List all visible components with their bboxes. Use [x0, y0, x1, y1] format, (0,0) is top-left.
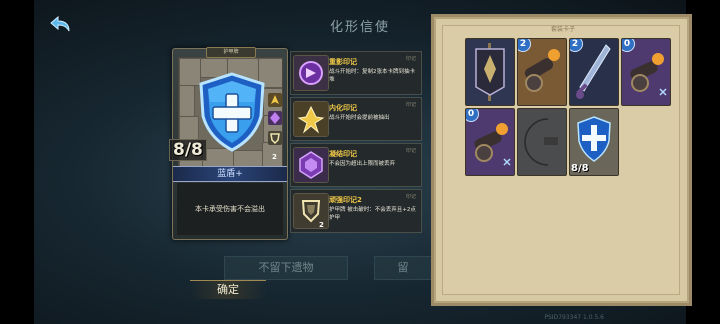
mark-name: 顽强印记2 [329, 196, 362, 204]
mark-level: 2 [319, 221, 324, 229]
cannon-card-3[interactable]: 0 [465, 108, 515, 176]
mark-tag: 印记 [405, 102, 416, 108]
card-collection-panel: 套装卡子 2 2 0 0 8/8 [431, 14, 692, 306]
mark-name: 内化印记 [329, 104, 357, 112]
mark-name: 重影印记 [329, 58, 357, 66]
resilience-badge: 2 [272, 153, 277, 161]
internalize-mark-icon [293, 101, 329, 137]
echo-mark-icon [293, 55, 329, 91]
mark-tag: 印记 [405, 56, 416, 62]
confirm-button[interactable]: 确定 [190, 280, 266, 299]
sword-card[interactable]: 2 [569, 38, 619, 106]
banner-card[interactable] [465, 38, 515, 106]
panel-header-fragment: 套装卡子 [551, 26, 576, 33]
card-detail: 护甲牌 8/8 2 蓝盾+ 本卡承受伤害不会溢出 [169, 47, 288, 240]
version-label: PSID793347 1.0.5.6 [544, 314, 604, 321]
crystal-mark-icon [268, 111, 282, 125]
mark-name: 凝结印记 [329, 150, 357, 158]
mark-row-internalize: 内化印记 印记 战斗开始时会提前被抽出 [290, 97, 422, 141]
card-stat: 8/8 [169, 139, 207, 161]
cannon-card-2[interactable]: 0 [621, 38, 671, 106]
no-leave-relic-button[interactable]: 不留下遗物 [224, 256, 348, 280]
card-grid: 套装卡子 2 2 0 0 8/8 [442, 25, 680, 295]
banner-icon [466, 39, 514, 105]
card-name: 蓝盾+ [173, 166, 287, 182]
card-stat: 8/8 [571, 163, 589, 174]
letterbox-left [0, 0, 34, 324]
mark-description: 战斗开始时会提前被抽出 [329, 115, 390, 121]
card-type-label: 护甲牌 [206, 47, 256, 58]
condense-mark-icon [293, 147, 329, 183]
fire-mark-icon [268, 93, 282, 107]
mark-tag: 印记 [405, 148, 416, 154]
mark-row-echo: 重影印记 印记 战斗开始时：复制2张本卡牌到抽卡堆 [290, 51, 422, 95]
blue-shield-card[interactable]: 8/8 [569, 108, 619, 176]
mark-row-condense: 凝结印记 印记 不会因为超出上限而被丢弃 [290, 143, 422, 187]
mark-description: 护甲牌 被击破时：不会丢弃且+2点护甲 [329, 207, 416, 221]
mark-description: 战斗开始时：复制2张本卡牌到抽卡堆 [329, 69, 416, 83]
mark-row-resilience: 2 顽强印记2 印记 护甲牌 被击破时：不会丢弃且+2点护甲 [290, 189, 422, 233]
blue-shield-icon [199, 72, 265, 152]
mark-description: 不会因为超出上限而被丢弃 [329, 161, 396, 167]
crescent-blade-icon [518, 109, 566, 175]
cannon-card[interactable]: 2 [517, 38, 567, 106]
leave-relic-button[interactable]: 留 [374, 256, 432, 280]
mark-tag: 印记 [405, 194, 416, 200]
crescent-card[interactable] [517, 108, 567, 176]
card-description: 本卡承受伤害不会溢出 [177, 183, 283, 235]
resilience-mark-icon [268, 131, 282, 145]
